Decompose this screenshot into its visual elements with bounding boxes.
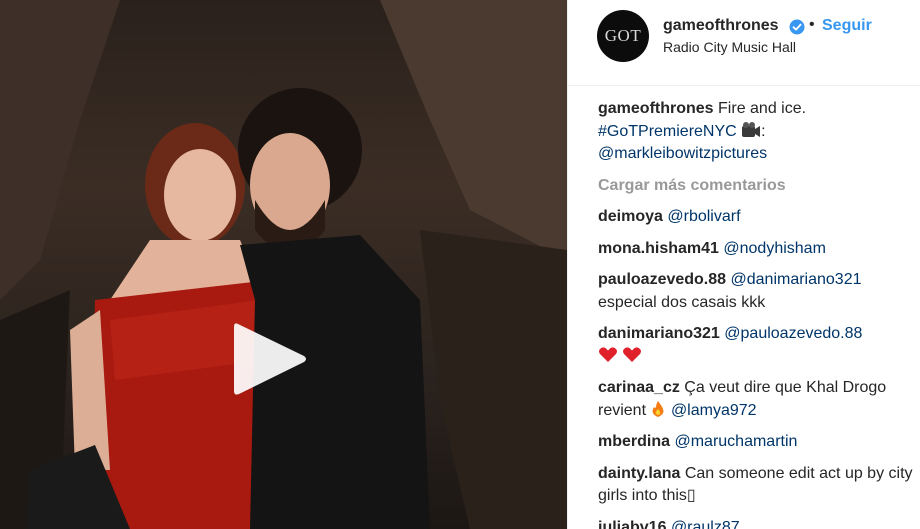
mention-link[interactable]: @danimariano321 xyxy=(731,271,862,288)
post-video[interactable] xyxy=(0,0,567,529)
comment-username[interactable]: deimoya xyxy=(598,208,663,225)
face-shape xyxy=(164,149,236,241)
comment-item: juliabv16 @raulz87 xyxy=(598,517,918,529)
comment-item: deimoya @rbolivarf xyxy=(598,206,918,229)
comment-item: pauloazevedo.88 @danimariano321 especial… xyxy=(598,269,918,314)
mention-link[interactable]: @maruchamartin xyxy=(674,433,797,450)
two-hearts-icon xyxy=(599,346,641,362)
comments-list: gameofthrones Fire and ice. #GoTPremiere… xyxy=(598,98,918,529)
comment-username[interactable]: pauloazevedo.88 xyxy=(598,271,726,288)
hashtag-link[interactable]: #GoTPremiereNYC xyxy=(598,123,737,140)
follow-button[interactable]: Seguir xyxy=(822,17,872,35)
verified-badge-icon xyxy=(789,19,805,35)
mention-link[interactable]: @raulz87 xyxy=(671,519,740,529)
caption-colon: : xyxy=(761,122,766,140)
separator-dot: • xyxy=(809,16,815,33)
video-frame xyxy=(0,0,567,529)
play-icon[interactable] xyxy=(230,318,310,400)
rock-shape xyxy=(420,230,567,529)
caption: gameofthrones Fire and ice. #GoTPremiere… xyxy=(598,98,918,166)
comment-username[interactable]: dainty.lana xyxy=(598,465,680,482)
rock-shape xyxy=(380,0,567,260)
mention-link[interactable]: @lamya972 xyxy=(671,402,757,419)
comment-item: carinaa_cz Ça veut dire que Khal Drogo r… xyxy=(598,377,918,422)
mention-link[interactable]: @markleibowitzpictures xyxy=(598,145,767,162)
post-sidebar: GOT gameofthrones • Seguir Radio City Mu… xyxy=(567,0,920,529)
caption-username[interactable]: gameofthrones xyxy=(598,100,714,117)
location-link[interactable]: Radio City Music Hall xyxy=(663,39,796,55)
comment-username[interactable]: mberdina xyxy=(598,433,670,450)
mention-link[interactable]: @pauloazevedo.88 xyxy=(724,325,862,342)
comment-username[interactable]: juliabv16 xyxy=(598,519,666,529)
comment-text: especial dos casais kkk xyxy=(598,293,766,311)
comment-username[interactable]: mona.hisham41 xyxy=(598,240,719,257)
avatar[interactable]: GOT xyxy=(597,10,649,62)
mention-link[interactable]: @rbolivarf xyxy=(667,208,740,225)
comment-item: mona.hisham41 @nodyhisham xyxy=(598,238,918,261)
caption-text: Fire and ice. xyxy=(718,100,807,117)
post-header: GOT gameofthrones • Seguir Radio City Mu… xyxy=(568,0,920,86)
comment-item: dainty.lana Can someone edit act up by c… xyxy=(598,463,918,508)
movie-camera-icon xyxy=(742,121,761,137)
comment-username[interactable]: danimariano321 xyxy=(598,325,720,342)
comment-item: danimariano321 @pauloazevedo.88 xyxy=(598,323,918,368)
fire-icon xyxy=(653,400,664,417)
avatar-logo-text: GOT xyxy=(604,26,642,45)
comment-username[interactable]: carinaa_cz xyxy=(598,379,680,396)
header-username[interactable]: gameofthrones xyxy=(663,17,779,35)
rock-shape xyxy=(0,0,120,300)
load-more-comments-button[interactable]: Cargar más comentarios xyxy=(598,175,918,198)
mention-link[interactable]: @nodyhisham xyxy=(723,240,826,257)
comment-item: mberdina @maruchamartin xyxy=(598,431,918,454)
